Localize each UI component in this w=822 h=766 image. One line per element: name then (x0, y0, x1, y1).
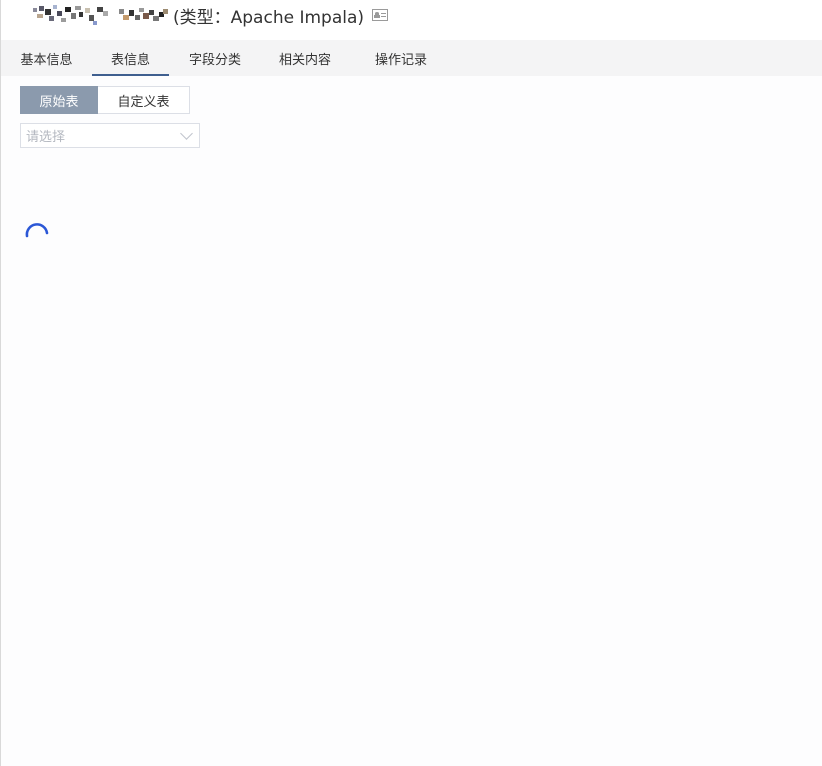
table-select[interactable]: 请选择 (20, 123, 200, 148)
tab-operation-log[interactable]: 操作记录 (349, 40, 453, 76)
chevron-down-icon (180, 127, 193, 140)
header: (类型：Apache Impala) (1, 0, 822, 40)
tab-table-info[interactable]: 表信息 (92, 40, 169, 76)
tab-basic-info[interactable]: 基本信息 (1, 40, 92, 76)
tab-related-content[interactable]: 相关内容 (261, 40, 349, 76)
tab-label: 相关内容 (278, 52, 331, 68)
tab-bar: 基本信息 表信息 字段分类 相关内容 操作记录 (1, 40, 822, 76)
page-title: (类型：Apache Impala) (31, 2, 389, 28)
tab-label: 基本信息 (20, 52, 73, 68)
tab-label: 操作记录 (374, 52, 427, 68)
page: (类型：Apache Impala) 基本信息 表信息 字段分类 相关内容 操作… (0, 0, 822, 766)
tab-label: 字段分类 (188, 52, 241, 68)
title-type-text: (类型：Apache Impala) (173, 7, 365, 28)
id-card-icon[interactable] (372, 9, 389, 21)
custom-table-button[interactable]: 自定义表 (98, 86, 190, 114)
tab-field-classification[interactable]: 字段分类 (169, 40, 261, 76)
original-table-button[interactable]: 原始表 (20, 86, 98, 114)
tab-label: 表信息 (110, 52, 150, 68)
loading-spinner-icon (25, 223, 49, 238)
redacted-name-image (31, 3, 171, 27)
table-mode-toggle: 原始表 自定义表 (20, 86, 190, 114)
table-select-placeholder: 请选择 (26, 130, 66, 145)
